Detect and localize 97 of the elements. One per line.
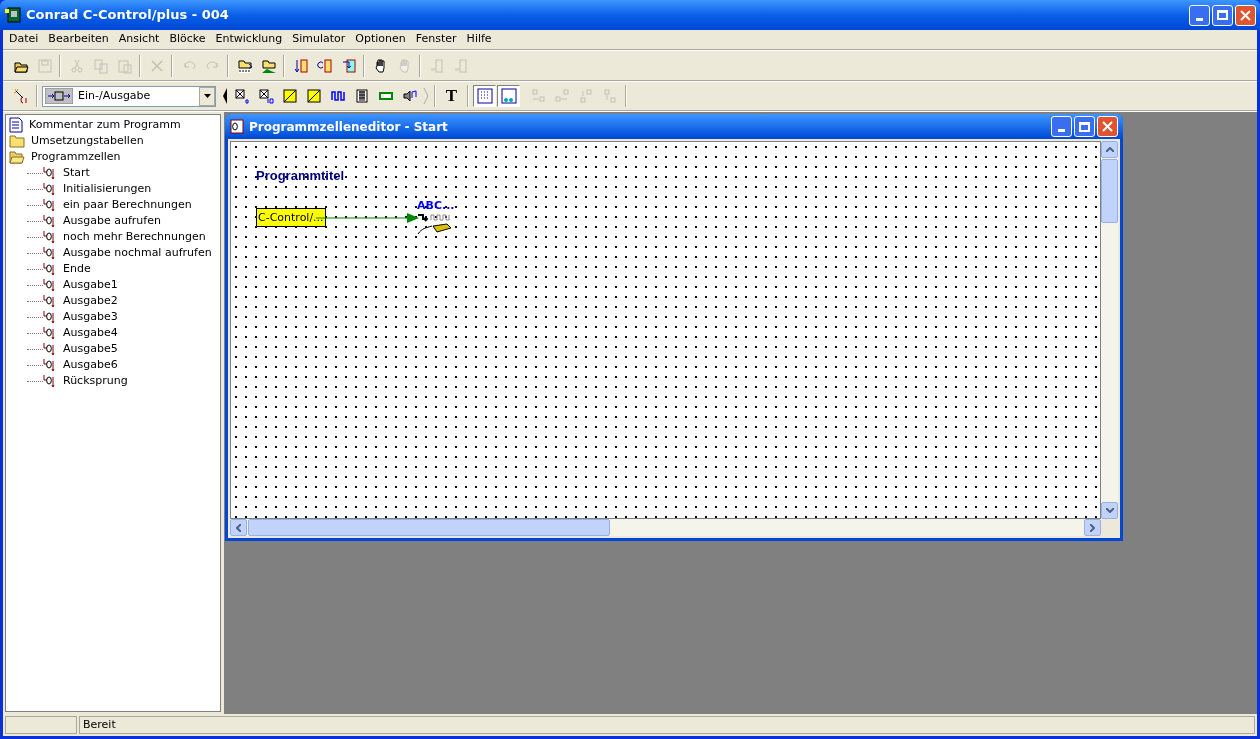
close-button[interactable] [1235,4,1256,26]
scroll-thumb[interactable] [248,519,610,536]
menu-item[interactable]: Optionen [350,31,411,48]
program-cell-icon [43,374,57,388]
program-cell-icon [43,326,57,340]
step-into-icon [340,57,357,74]
wave-icon [329,88,346,104]
close-icon [1240,9,1251,21]
speaker-note-icon [401,88,418,104]
align-left-icon [529,88,546,104]
tree-item[interactable]: Umsetzungstabellen [30,132,145,150]
program-cell-icon [43,358,57,372]
analog-digital-icon [281,88,298,104]
digital-in-icon [233,88,250,104]
program-cell-icon [43,342,57,356]
tree-item[interactable]: Ausgabe4 [62,324,119,342]
tree-item[interactable]: Programmzellen [30,148,122,166]
cell-link-icon [452,57,469,74]
magic-wand-icon [12,88,29,104]
menu-item[interactable]: Simulator [287,31,351,48]
menu-item[interactable]: Fenster [410,31,462,48]
scroll-down-icon [1105,508,1114,513]
text-tool-button[interactable]: T [440,85,463,107]
align-down-icon [601,88,618,104]
canvas-title: Programmtitel [256,167,345,185]
program-cell-icon [43,198,57,212]
maximize-button[interactable] [1074,116,1095,137]
program-cell-icon [43,230,57,244]
tree-item[interactable]: Kommentar zum Programm [28,116,182,134]
tree-item[interactable]: Ausgabe2 [62,292,119,310]
scroll-thumb[interactable] [1101,159,1118,223]
program-cell-icon [43,182,57,196]
source-block[interactable]: C-Control/... [256,208,326,227]
folder-icon [9,134,25,148]
program-cell-icon [43,310,57,324]
tree-item[interactable]: Start [62,164,91,182]
tree-item[interactable]: Ausgabe3 [62,308,119,326]
program-cell-icon [43,294,57,308]
overview-icon [500,88,517,104]
scroll-up-icon [1105,147,1114,152]
program-cell-icon [43,278,57,292]
cell-link-icon [428,57,445,74]
tree-item[interactable]: Ausgabe nochmal aufrufen [62,244,213,262]
tree-item[interactable]: Initialisierungen [62,180,153,198]
align-right-icon [553,88,570,104]
menu-item[interactable]: Blöcke [164,31,211,48]
editor-title: Programmzelleneditor - Start [249,118,449,136]
program-cell-icon [43,214,57,228]
dropdown-arrow-icon [203,94,211,98]
tree-item[interactable]: Ausgabe aufrufen [62,212,162,230]
open-folder-icon [9,150,25,164]
align-up-icon [577,88,594,104]
minimize-button[interactable] [1051,116,1072,137]
menu-item[interactable]: Ansicht [113,31,165,48]
menu-item[interactable]: Hilfe [461,31,497,48]
document-icon [9,117,23,133]
maximize-button[interactable] [1212,4,1233,26]
scroll-right-icon [1090,523,1095,532]
app-circuit-icon [4,6,22,24]
folder-upload-icon [260,57,277,74]
scroll-left-icon [236,523,241,532]
tree-item[interactable]: Ausgabe6 [62,356,119,374]
close-icon [1102,121,1113,132]
cell-editor-icon [230,119,244,134]
tree-item[interactable]: Ausgabe5 [62,340,119,358]
close-button[interactable] [1097,116,1118,137]
menu-item[interactable]: Entwicklung [210,31,288,48]
keypad-icon [353,88,370,104]
window-title: Conrad C-Control/plus - 004 [26,6,230,25]
clipboard-icon [116,57,133,74]
tree-item[interactable]: Rücksprung [62,372,129,390]
program-cell-icon [43,262,57,276]
tree-item[interactable]: Ende [62,260,92,278]
step-loop-icon [316,57,333,74]
scissors-icon [68,57,85,74]
horizontal-scrollbar[interactable] [230,519,1101,536]
status-panel [5,716,77,734]
minimize-button[interactable] [1189,4,1210,26]
tree-item[interactable]: Ausgabe1 [62,276,119,294]
program-cell-icon [43,246,57,260]
vertical-scrollbar[interactable] [1101,141,1118,519]
category-dropdown[interactable]: Ein-/Ausgabe [42,85,216,107]
step-down-icon [292,57,309,74]
digital-analog-icon [305,88,322,104]
tree-item[interactable]: noch mehr Berechnungen [62,228,207,246]
copy-icon [92,57,109,74]
cross-icon [148,57,165,74]
menu-item[interactable]: Bearbeiten [43,31,114,48]
block-arrow-icon [45,88,73,104]
folder-binary-icon [236,57,253,74]
dot-grid-icon [476,88,493,104]
tree-item[interactable]: ein paar Berechnungen [62,196,193,214]
output-block-label[interactable]: ABC... [417,200,455,212]
status-text: Bereit [79,716,1255,734]
digital-in-icon [257,88,274,104]
program-cell-icon [43,166,57,180]
menu-item[interactable]: Datei [4,31,44,48]
